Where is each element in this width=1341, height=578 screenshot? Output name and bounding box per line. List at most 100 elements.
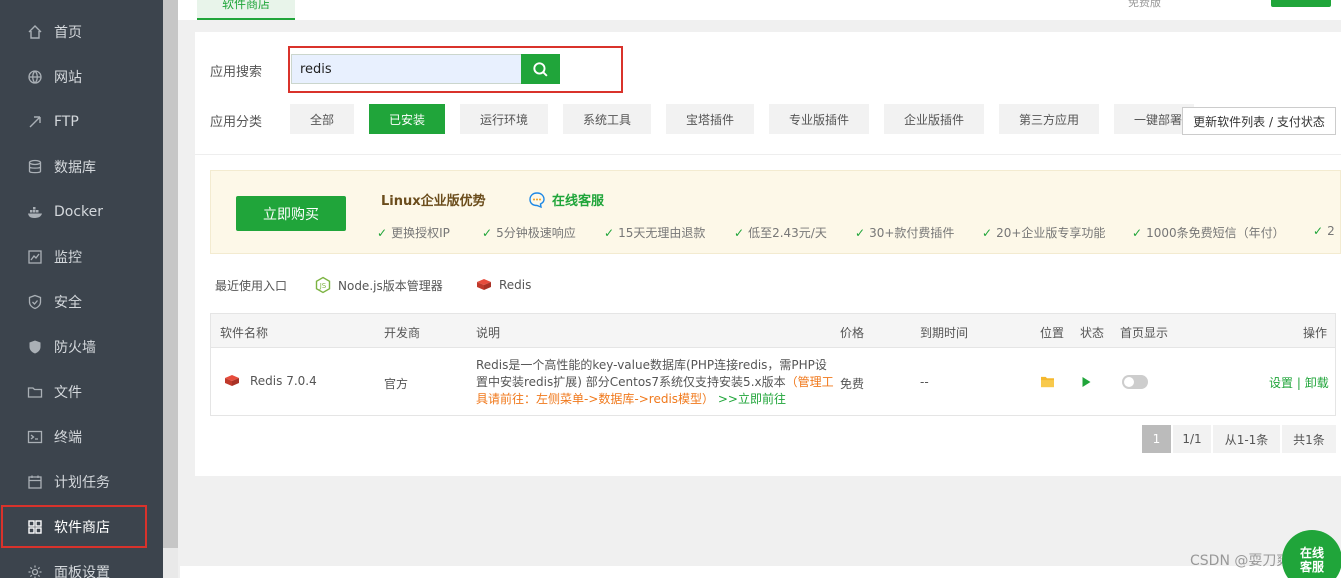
play-icon (1082, 377, 1091, 387)
page-current[interactable]: 1 (1142, 425, 1171, 453)
promo-feature: ✓ 更换授权IP (377, 226, 450, 240)
software-expire: -- (920, 375, 929, 389)
search-label: 应用搜索 (210, 65, 263, 80)
version-text: 免费版 (1128, 0, 1161, 9)
category-system-tools[interactable]: 系统工具 (563, 104, 651, 134)
software-table: 软件名称 开发商 说明 价格 到期时间 位置 状态 首页显示 操作 Redis … (210, 313, 1336, 416)
sidebar-item-cron[interactable]: 计划任务 (0, 459, 163, 504)
nodejs-icon: JS (315, 276, 331, 294)
sidebar-item-monitor[interactable]: 监控 (0, 234, 163, 279)
home-display-toggle[interactable] (1122, 375, 1148, 389)
redis-icon (477, 279, 491, 290)
sidebar-item-label: 安全 (54, 294, 82, 311)
sidebar-item-label: 计划任务 (54, 474, 110, 491)
promo-feature: ✓ 20+企业版专享功能 (982, 226, 1106, 240)
svg-text:JS: JS (319, 282, 327, 290)
sidebar-item-database[interactable]: 数据库 (0, 144, 163, 189)
sidebar-item-label: 防火墙 (54, 339, 96, 356)
sidebar-item-website[interactable]: 网站 (0, 54, 163, 99)
category-third-party[interactable]: 第三方应用 (999, 104, 1099, 134)
sidebar-item-label: Docker (54, 203, 104, 220)
upgrade-button[interactable] (1271, 0, 1331, 7)
sidebar-scrollbar[interactable] (163, 0, 178, 548)
sidebar-item-label: 终端 (54, 429, 82, 446)
folder-icon (27, 384, 43, 400)
sidebar-item-docker[interactable]: Docker (0, 189, 163, 234)
tab-app-store[interactable]: 软件商店 (197, 0, 295, 20)
enterprise-promo (210, 170, 1341, 254)
update-list-button[interactable]: 更新软件列表 / 支付状态 (1182, 107, 1336, 135)
category-installed[interactable]: 已安装 (369, 104, 445, 134)
header-location: 位置 (1040, 326, 1065, 340)
chat-line-1: 在线 (1299, 546, 1324, 560)
promo-feature: ✓ 5分钟极速响应 (482, 226, 576, 240)
sidebar-item-label: 监控 (54, 249, 82, 266)
scroll-gutter (163, 548, 178, 578)
redis-icon (225, 375, 239, 386)
sidebar-item-ftp[interactable]: FTP (0, 99, 163, 144)
table-header: 软件名称 开发商 说明 价格 到期时间 位置 状态 首页显示 操作 (211, 314, 1335, 348)
category-bt-plugins[interactable]: 宝塔插件 (666, 104, 754, 134)
header-description: 说明 (476, 326, 501, 340)
header-expire: 到期时间 (920, 326, 969, 340)
header-actions: 操作 (1303, 326, 1328, 340)
promo-feature: ✓ 30+款付费插件 (855, 226, 955, 240)
go-now-link[interactable]: >>立即前往 (718, 392, 786, 406)
ftp-icon (27, 114, 43, 130)
uninstall-link[interactable]: 卸载 (1305, 376, 1329, 390)
promo-feature: ✓ 1000条免费短信（年付） (1132, 226, 1285, 240)
open-folder-button[interactable] (1040, 375, 1055, 391)
sidebar: 首页 网站 FTP 数据库 Docker 监控 安全 防火墙 文件 终端 计划任… (0, 0, 163, 578)
software-price: 免费 (840, 377, 865, 391)
sidebar-item-files[interactable]: 文件 (0, 369, 163, 414)
settings-link[interactable]: 设置 (1269, 376, 1293, 390)
promo-feature: ✓ 2 (1313, 224, 1335, 238)
software-developer: 官方 (384, 377, 409, 391)
sidebar-item-security[interactable]: 安全 (0, 279, 163, 324)
recent-redis[interactable]: Redis (475, 276, 531, 294)
category-label: 应用分类 (210, 115, 263, 130)
category-all[interactable]: 全部 (290, 104, 354, 134)
category-enterprise-plugins[interactable]: 企业版插件 (884, 104, 984, 134)
bottom-panel (180, 566, 1341, 578)
chat-icon (529, 191, 545, 208)
recent-nodejs[interactable]: JS Node.js版本管理器 (314, 276, 443, 294)
online-service-link[interactable]: 在线客服 (528, 190, 604, 209)
sidebar-item-firewall[interactable]: 防火墙 (0, 324, 163, 369)
recent-item-label: Node.js版本管理器 (338, 278, 443, 293)
promo-title: Linux企业版优势 (381, 194, 486, 209)
firewall-icon (27, 339, 43, 355)
sidebar-item-label: FTP (54, 113, 79, 130)
sidebar-item-settings[interactable]: 面板设置 (0, 549, 163, 578)
online-service-label: 在线客服 (552, 194, 605, 209)
actions-separator: | (1296, 376, 1301, 390)
header-home-display: 首页显示 (1120, 326, 1169, 340)
sidebar-item-home[interactable]: 首页 (0, 9, 163, 54)
promo-feature: ✓ 15天无理由退款 (604, 226, 706, 240)
header-name: 软件名称 (220, 326, 269, 340)
gear-icon (27, 564, 43, 578)
service-status[interactable] (1081, 376, 1092, 391)
buy-now-button[interactable]: 立即购买 (236, 196, 346, 231)
page-count: 共1条 (1282, 425, 1336, 453)
recent-item-label: Redis (499, 278, 532, 292)
divider (195, 154, 1341, 155)
sidebar-item-terminal[interactable]: 终端 (0, 414, 163, 459)
sidebar-item-label: 首页 (54, 24, 82, 41)
header-developer: 开发商 (384, 326, 421, 340)
chat-line-2: 客服 (1299, 560, 1324, 574)
database-icon (27, 159, 43, 175)
monitor-icon (27, 249, 43, 265)
shield-icon (27, 294, 43, 310)
page-range: 从1-1条 (1213, 425, 1280, 453)
calendar-icon (27, 474, 43, 490)
category-pro-plugins[interactable]: 专业版插件 (769, 104, 869, 134)
category-runtime[interactable]: 运行环境 (460, 104, 548, 134)
active-item-highlight (1, 505, 147, 548)
terminal-icon (27, 429, 43, 445)
header-status: 状态 (1080, 326, 1105, 340)
online-service-bubble[interactable]: 在线 客服 (1282, 530, 1341, 578)
folder-icon (1041, 376, 1054, 388)
recent-label: 最近使用入口 (215, 279, 288, 293)
top-header (178, 0, 1341, 20)
